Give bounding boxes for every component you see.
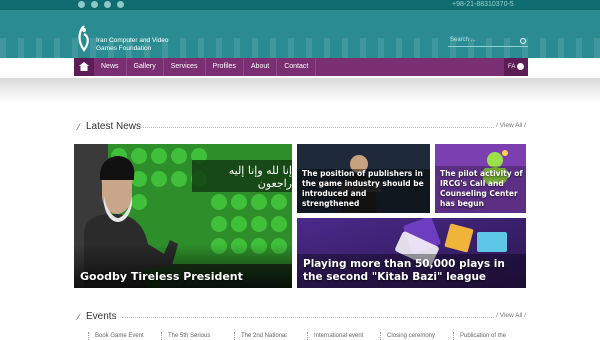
nav-item-services[interactable]: Services: [164, 58, 206, 76]
nav-item-profiles[interactable]: Profiles: [206, 58, 244, 76]
divider: [122, 317, 494, 318]
language-switch[interactable]: FA: [504, 58, 528, 76]
mail-icon[interactable]: [104, 1, 111, 8]
nav-item-contact[interactable]: Contact: [277, 58, 317, 76]
search-icon[interactable]: [520, 38, 526, 44]
event-item[interactable]: Book Game Event: [88, 332, 161, 340]
globe-icon: [517, 63, 524, 70]
news-tile-main[interactable]: إنا لله وإنا إليه راجعون Goodby Tireless…: [74, 144, 292, 288]
news-caption[interactable]: The position of publishers in the game i…: [302, 169, 426, 209]
divider: [140, 127, 494, 128]
news-tile[interactable]: The position of publishers in the game i…: [297, 144, 430, 213]
news-tile[interactable]: Playing more than 50,000 plays in the se…: [297, 218, 526, 288]
events-header: ⁄ Events / View All /: [78, 311, 526, 323]
nav-item-gallery[interactable]: Gallery: [127, 58, 164, 76]
view-all-news-link[interactable]: / View All /: [496, 122, 526, 129]
event-item[interactable]: International event: [307, 332, 380, 340]
news-caption[interactable]: Playing more than 50,000 plays in the se…: [303, 258, 523, 284]
event-item[interactable]: Publication of the: [453, 332, 513, 340]
section-accent: ⁄: [78, 122, 80, 132]
nav-item-news[interactable]: News: [94, 58, 127, 76]
news-caption[interactable]: Goodby Tireless President: [80, 270, 243, 283]
view-all-events-link[interactable]: / View All /: [496, 312, 526, 319]
news-tile[interactable]: The pilot activity of IRCG's Call and Co…: [435, 144, 526, 213]
nav-home-button[interactable]: [74, 58, 94, 76]
nav-item-about[interactable]: About: [244, 58, 278, 76]
phone-number: +98-21-88310370-5: [452, 1, 514, 8]
main-nav: News Gallery Services Profiles About Con…: [74, 58, 528, 76]
section-accent: ⁄: [78, 312, 80, 322]
search-input[interactable]: Search ...: [448, 37, 528, 47]
logo-icon[interactable]: [74, 24, 94, 54]
events-list: Book Game Event The 5th Serious The 2nd …: [88, 332, 513, 340]
latest-news-header: ⁄ Latest News / View All /: [78, 121, 526, 133]
banner-calligraphy: إنا لله وإنا إليه راجعون: [228, 164, 292, 190]
header-shadow: [0, 78, 600, 104]
top-icons: [78, 1, 124, 8]
top-bar: +98-21-88310370-5: [0, 0, 600, 10]
events-title: Events: [86, 311, 117, 322]
logo-text[interactable]: Iran Computer and Video Games Foundation: [96, 37, 186, 53]
home-icon[interactable]: [78, 1, 85, 8]
header: Iran Computer and Video Games Foundation…: [0, 10, 600, 58]
event-item[interactable]: The 5th Serious: [161, 332, 234, 340]
search-placeholder: Search ...: [450, 37, 476, 43]
home-icon: [79, 62, 89, 71]
event-item[interactable]: Closing ceremony: [380, 332, 453, 340]
gear-icon[interactable]: [117, 1, 124, 8]
info-icon[interactable]: [91, 1, 98, 8]
news-caption[interactable]: The pilot activity of IRCG's Call and Co…: [440, 169, 526, 209]
latest-news-title: Latest News: [86, 121, 142, 132]
event-item[interactable]: The 2nd National: [234, 332, 307, 340]
language-label: FA: [508, 64, 516, 70]
